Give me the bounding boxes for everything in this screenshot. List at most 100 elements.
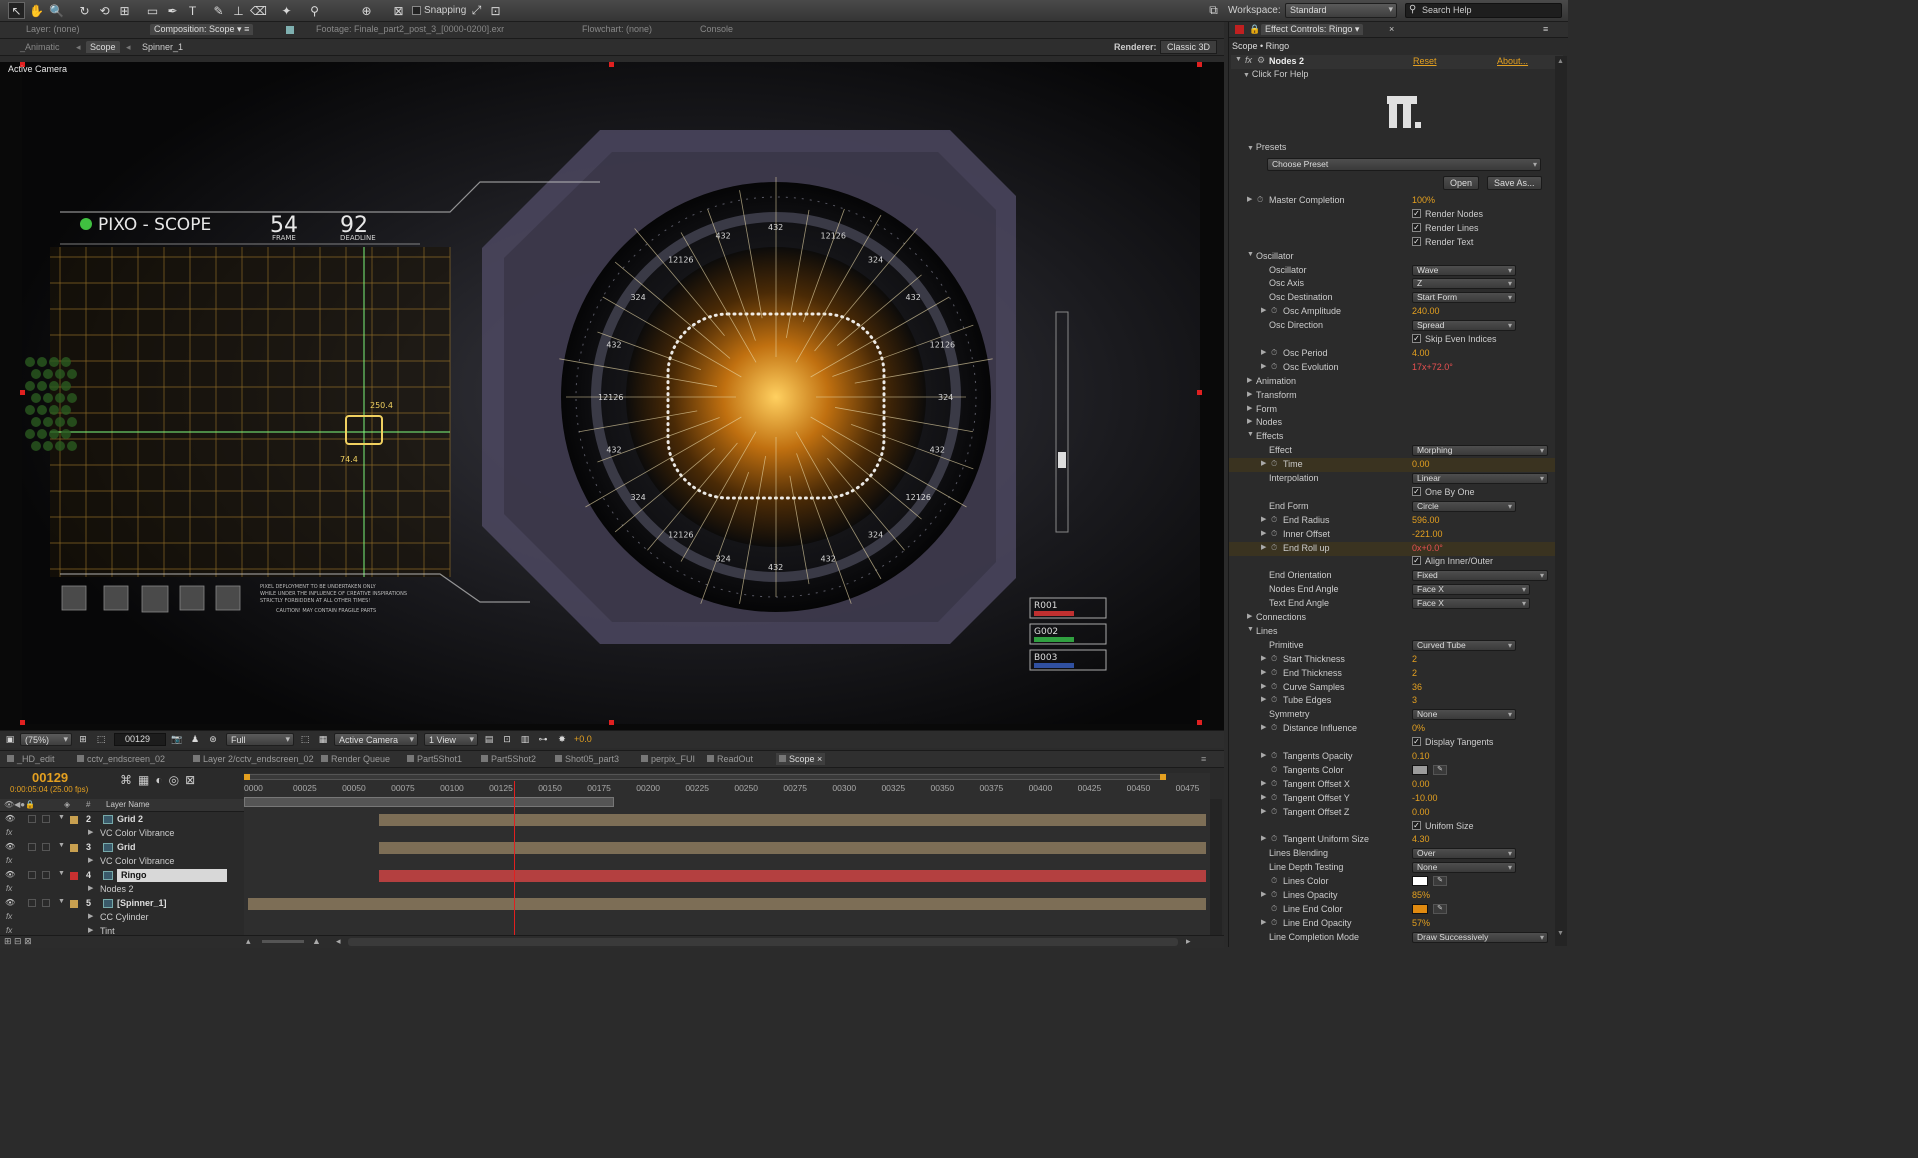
layer-expanded-icon[interactable]: ▼ xyxy=(58,842,65,849)
group-collapsed-icon[interactable]: ▶ xyxy=(1247,404,1252,412)
graph-editor-icon[interactable]: ⊠ xyxy=(185,773,195,787)
snap-grid-icon[interactable]: ⊡ xyxy=(487,2,504,19)
effect-prop-row[interactable]: ▶ ⏱ End Roll up 0x+0.0° xyxy=(1229,541,1559,556)
effect-prop-row[interactable]: ▶ ⏱ Osc Amplitude 240.00 xyxy=(1229,305,1559,319)
property-value[interactable]: 240.00 xyxy=(1412,306,1440,316)
layer-effect-row[interactable]: fx ▶ VC Color Vibrance xyxy=(0,855,244,869)
mask-visibility-icon[interactable]: ⬚ xyxy=(94,732,108,746)
eye-visibility-icon[interactable]: 👁 xyxy=(5,870,15,879)
property-collapsed-icon[interactable]: ▶ xyxy=(1261,723,1266,731)
rectangle-tool-icon[interactable]: ▭ xyxy=(144,2,161,19)
effect-prop-row[interactable]: ▶ ⏱ Tangents Opacity 0.10 xyxy=(1229,750,1559,764)
property-collapsed-icon[interactable]: ▶ xyxy=(1261,668,1266,676)
color-swatch[interactable] xyxy=(1412,764,1428,775)
property-collapsed-icon[interactable]: ▶ xyxy=(1261,515,1266,523)
timeline-horizontal-scrollbar[interactable] xyxy=(348,938,1178,946)
stopwatch-icon[interactable]: ⏱ xyxy=(1271,668,1277,678)
shy-layers-icon[interactable]: ◐ xyxy=(155,773,162,787)
stopwatch-icon[interactable]: ⏱ xyxy=(1271,459,1277,469)
timeline-tab[interactable]: Shot05_part3 xyxy=(552,753,622,765)
eye-visibility-icon[interactable]: 👁 xyxy=(5,842,15,851)
layer-row[interactable]: 👁 ▼ 4 Ringo xyxy=(0,869,244,883)
layer-label-color[interactable] xyxy=(70,900,78,908)
effect-prop-row[interactable]: ▶ ⏱ End Thickness 2 xyxy=(1229,667,1559,681)
property-value[interactable]: 0.00 xyxy=(1412,779,1430,789)
always-preview-icon[interactable]: ▣ xyxy=(3,732,17,746)
time-navigator[interactable] xyxy=(244,774,1164,780)
stopwatch-icon[interactable]: ⏱ xyxy=(1271,807,1277,817)
effect-collapsed-icon[interactable]: ▶ xyxy=(88,884,93,892)
layer-duration-bar[interactable] xyxy=(379,842,1206,854)
stopwatch-icon[interactable]: ⏱ xyxy=(1271,654,1277,664)
property-value[interactable]: 17x+72.0° xyxy=(1412,362,1453,372)
group-expanded-icon[interactable]: ▼ xyxy=(1247,251,1254,258)
fx-icon[interactable]: fx xyxy=(1245,55,1252,65)
solo-toggle[interactable] xyxy=(28,899,36,907)
layer-duration-bar[interactable] xyxy=(379,814,1206,826)
close-tab-icon[interactable]: × xyxy=(1389,24,1394,34)
lock-toggle[interactable] xyxy=(42,843,50,851)
effect-prop-row[interactable]: ▶ Animation xyxy=(1229,375,1559,389)
type-tool-icon[interactable]: T xyxy=(184,2,201,19)
layer-duration-bar[interactable] xyxy=(379,870,1206,882)
property-value[interactable]: 2 xyxy=(1412,654,1417,664)
property-value[interactable]: 85% xyxy=(1412,890,1430,900)
panel-menu-icon[interactable]: ≡ xyxy=(1543,24,1548,34)
tab-effect-controls[interactable]: Effect Controls: Ringo ▾ xyxy=(1261,24,1364,35)
effect-prop-row[interactable]: Interpolation Linear xyxy=(1229,472,1559,486)
effect-prop-row[interactable]: ▶ ⏱ Curve Samples 36 xyxy=(1229,681,1559,695)
eye-visibility-icon[interactable]: 👁 xyxy=(5,814,15,823)
stopwatch-icon[interactable]: ⏱ xyxy=(1271,543,1277,553)
eyedropper-icon[interactable]: ✎ xyxy=(1433,876,1447,887)
clone-stamp-tool-icon[interactable]: ⊥ xyxy=(230,2,247,19)
navigator-end-handle[interactable] xyxy=(1160,774,1166,780)
layer-expanded-icon[interactable]: ▼ xyxy=(58,898,65,905)
layer-name-column-header[interactable]: Layer Name xyxy=(106,800,150,809)
layer-row[interactable]: 👁 ▼ 2 Grid 2 xyxy=(0,813,244,827)
effect-prop-row[interactable]: End Form Circle xyxy=(1229,500,1559,514)
stopwatch-icon[interactable]: ⏱ xyxy=(1271,779,1277,789)
current-frame[interactable]: 00129 xyxy=(32,770,68,785)
effect-prop-row[interactable]: Lines Blending Over xyxy=(1229,847,1559,861)
stopwatch-icon[interactable]: ⏱ xyxy=(1271,515,1277,525)
lock-toggle[interactable] xyxy=(42,815,50,823)
property-checkbox[interactable]: ✓ xyxy=(1412,222,1421,232)
composition-viewer[interactable]: PIXO - SCOPE 54 FRAME 92 DEADLINE 250.4 … xyxy=(0,62,1224,730)
brush-tool-icon[interactable]: ✎ xyxy=(210,2,227,19)
breadcrumb-scope[interactable]: Scope xyxy=(86,41,120,53)
property-value[interactable]: 0.00 xyxy=(1412,807,1430,817)
camera-select[interactable]: Active Camera xyxy=(334,733,418,746)
snapping-checkbox[interactable] xyxy=(412,6,421,15)
effect-expand-triangle-icon[interactable]: ▼ xyxy=(1235,56,1242,63)
search-help-input[interactable]: ⚲ Search Help xyxy=(1405,3,1562,18)
group-collapsed-icon[interactable]: ▶ xyxy=(1247,612,1252,620)
solo-toggle[interactable] xyxy=(28,871,36,879)
effect-prop-row[interactable]: Oscillator Wave xyxy=(1229,264,1559,278)
motion-blur-icon[interactable]: ◎ xyxy=(169,773,179,787)
effect-prop-row[interactable]: ▼ Effects xyxy=(1229,430,1559,444)
layer-effect-row[interactable]: fx ▶ Nodes 2 xyxy=(0,883,244,897)
property-checkbox[interactable]: ✓ xyxy=(1412,820,1421,830)
layer-duration-bar[interactable] xyxy=(247,898,1206,910)
layer-name[interactable]: [Spinner_1] xyxy=(117,897,167,910)
selection-tool-icon[interactable]: ↖ xyxy=(8,2,25,19)
effect-prop-row[interactable]: ✓ Render Nodes xyxy=(1229,208,1559,222)
color-swatch[interactable] xyxy=(1412,876,1428,887)
hand-tool-icon[interactable]: ✋ xyxy=(28,2,45,19)
property-checkbox[interactable]: ✓ xyxy=(1412,556,1421,566)
property-collapsed-icon[interactable]: ▶ xyxy=(1261,695,1266,703)
property-value[interactable]: 2 xyxy=(1412,668,1417,678)
effect-prop-row[interactable]: ▶ ⏱ Tangent Offset Z 0.00 xyxy=(1229,806,1559,820)
effect-prop-row[interactable]: ▶ ⏱ Tangent Offset X 0.00 xyxy=(1229,778,1559,792)
work-area-bar[interactable] xyxy=(244,797,615,807)
property-checkbox[interactable]: ✓ xyxy=(1412,334,1421,343)
effect-prop-row[interactable]: ✓ Render Text xyxy=(1229,236,1559,250)
property-dropdown[interactable]: Draw Successively xyxy=(1412,931,1548,943)
property-collapsed-icon[interactable]: ▶ xyxy=(1261,918,1266,926)
save-preset-button[interactable]: Save As... xyxy=(1487,176,1542,190)
property-dropdown[interactable]: Over xyxy=(1412,848,1516,860)
property-collapsed-icon[interactable]: ▶ xyxy=(1261,834,1266,842)
property-collapsed-icon[interactable]: ▶ xyxy=(1261,306,1266,314)
property-collapsed-icon[interactable]: ▶ xyxy=(1247,195,1252,203)
property-dropdown[interactable]: Circle xyxy=(1412,500,1516,512)
